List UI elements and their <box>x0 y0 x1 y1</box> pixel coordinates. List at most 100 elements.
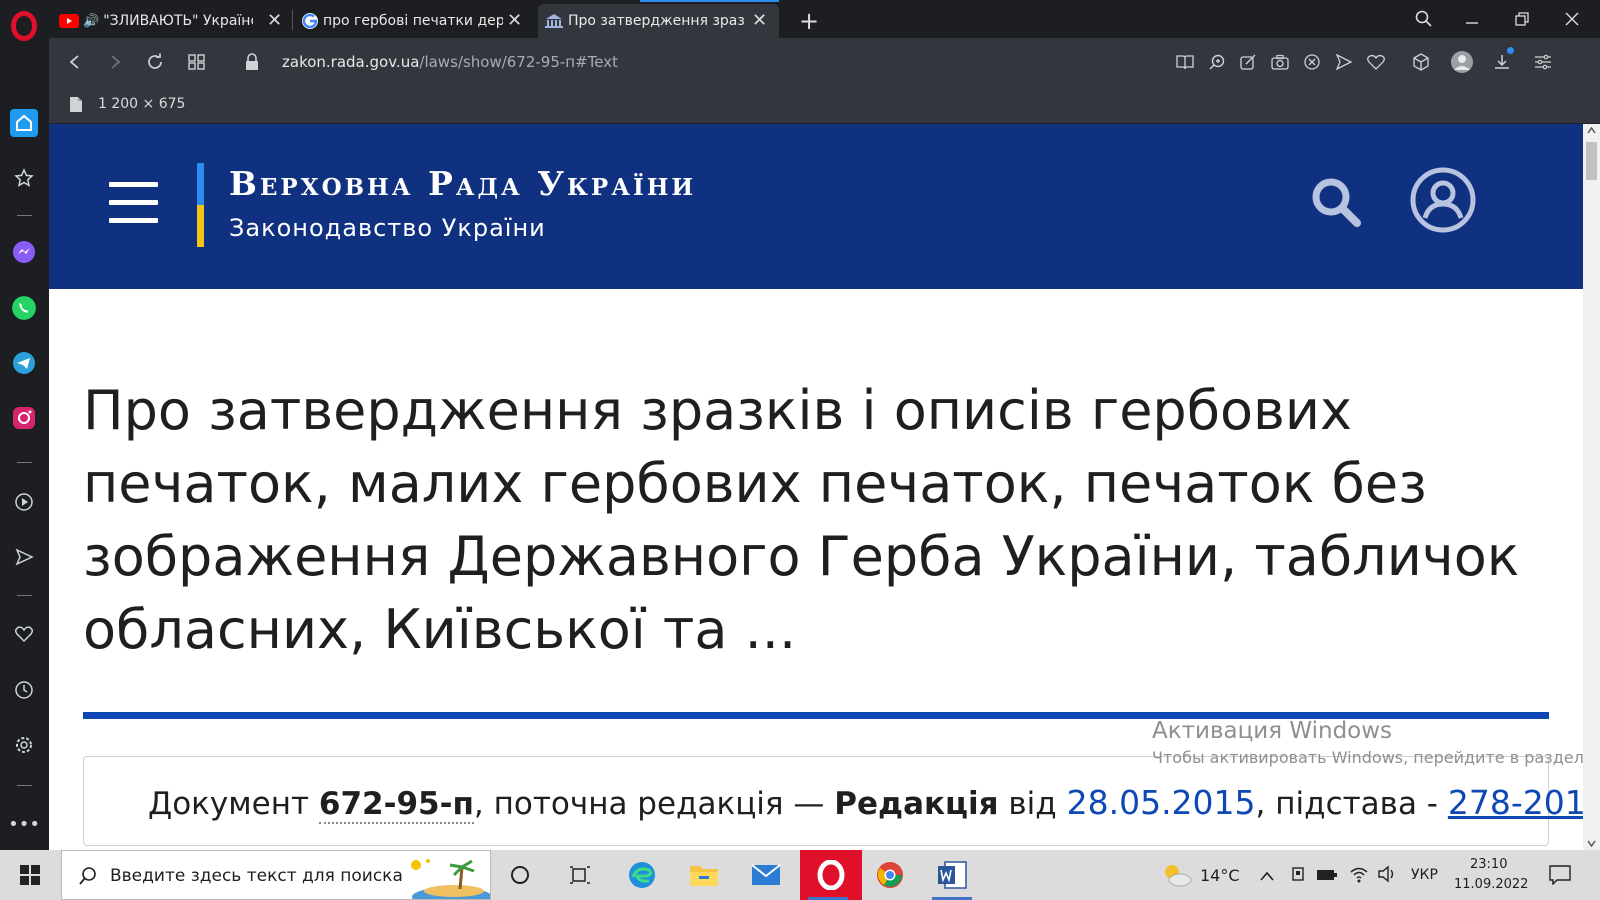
basis-text: , підстава - <box>1255 786 1438 822</box>
edition-date: 28.05.2015 <box>1066 783 1256 822</box>
settings-gear-icon[interactable] <box>10 731 38 759</box>
clock-time[interactable]: 23:10 <box>1470 857 1507 872</box>
opera-taskbar-icon[interactable] <box>800 850 862 900</box>
tab-close-icon[interactable]: ✕ <box>507 12 522 30</box>
snapshot-camera-icon[interactable] <box>1269 51 1291 73</box>
tab-loading-indicator <box>640 0 779 2</box>
activation-text: Чтобы активировать Windows, перейдите в … <box>1152 748 1600 767</box>
beach-illustration-icon <box>411 859 490 899</box>
tab-youtube[interactable]: 🔊 "ЗЛИВАЮТЬ" Українсь ✕ <box>57 4 289 38</box>
bookmarks-star-icon[interactable] <box>10 164 38 192</box>
easy-setup-sliders-icon[interactable] <box>1532 51 1554 73</box>
activation-title: Активация Windows <box>1152 718 1393 744</box>
menu-hamburger-icon[interactable] <box>104 176 164 231</box>
scroll-down-arrow-icon[interactable] <box>1587 840 1596 847</box>
chrome-icon[interactable] <box>862 850 918 900</box>
adblock-icon[interactable] <box>1301 51 1323 73</box>
search-placeholder: Введите здесь текст для поиска <box>110 866 403 886</box>
opera-logo-icon[interactable] <box>11 11 37 41</box>
more-dots-icon[interactable]: ••• <box>8 810 40 838</box>
search-tabs-icon[interactable] <box>1411 7 1437 31</box>
zoom-icon[interactable] <box>1206 51 1228 73</box>
wifi-icon[interactable] <box>1349 865 1369 887</box>
edge-icon[interactable] <box>614 850 670 900</box>
add-to-favorites-heart-icon[interactable] <box>1365 51 1387 73</box>
url-field[interactable]: zakon.rada.gov.ua/laws/show/672-95-п#Tex… <box>282 53 618 71</box>
mail-icon[interactable] <box>738 850 794 900</box>
telegram-icon[interactable] <box>10 349 38 377</box>
volume-speaker-icon[interactable] <box>1377 865 1397 887</box>
doc-number[interactable]: 672-95-п <box>318 786 474 824</box>
reader-mode-book-icon[interactable] <box>1174 51 1196 73</box>
share-edit-icon[interactable] <box>1237 51 1259 73</box>
forward-arrow-icon[interactable] <box>103 50 127 74</box>
meet-now-icon[interactable] <box>1290 866 1306 886</box>
tab-rada[interactable]: Про затвердження зразків ✕ <box>538 4 779 38</box>
whatsapp-icon[interactable] <box>10 294 38 322</box>
audio-speaker-icon[interactable]: 🔊 <box>83 14 99 29</box>
edition-label: Редакція <box>834 786 999 822</box>
tabs-grid-icon[interactable] <box>185 50 209 74</box>
rada-building-icon <box>545 14 563 28</box>
windows-start-icon[interactable] <box>2 850 58 900</box>
instagram-icon[interactable] <box>10 404 38 432</box>
sidebar-divider <box>17 595 32 596</box>
sidebar-divider <box>17 215 32 216</box>
cortana-circle-icon[interactable] <box>492 850 548 900</box>
reload-icon[interactable] <box>143 50 167 74</box>
show-hidden-icons-chevron-icon[interactable] <box>1259 867 1275 886</box>
weather-temperature[interactable]: 14°C <box>1200 866 1240 885</box>
send-to-flow-icon[interactable] <box>1333 51 1355 73</box>
tab-title: Про затвердження зразків <box>568 13 744 29</box>
basis-link[interactable]: 278-2015-п <box>1448 783 1600 822</box>
windows-taskbar: Введите здесь текст для поиска 14°C УКР … <box>0 850 1600 900</box>
tab-close-icon[interactable]: ✕ <box>752 12 767 30</box>
search-icon[interactable] <box>1311 177 1363 229</box>
image-info-bar: 1 200 × 675 <box>49 86 1600 124</box>
youtube-icon <box>59 14 79 28</box>
taskbar-search-box[interactable]: Введите здесь текст для поиска <box>61 850 491 900</box>
downloads-icon[interactable] <box>1491 47 1514 73</box>
player-icon[interactable] <box>10 488 38 516</box>
new-tab-plus-icon[interactable]: + <box>797 4 821 38</box>
speed-dial-home-icon[interactable] <box>10 109 38 137</box>
profile-avatar-icon[interactable] <box>1449 49 1475 75</box>
language-indicator[interactable]: УКР <box>1411 867 1438 883</box>
site-subtitle[interactable]: Законодавство України <box>229 214 546 242</box>
tab-google[interactable]: про гербові печатки держ ✕ <box>301 4 527 38</box>
site-title[interactable]: Верховна Рада України <box>229 164 696 203</box>
extensions-cube-icon[interactable] <box>1410 51 1432 73</box>
file-explorer-icon[interactable] <box>676 850 732 900</box>
doc-middle: , поточна редакція — <box>473 786 825 822</box>
download-badge <box>1507 47 1514 54</box>
file-icon <box>70 97 82 112</box>
restore-window-icon[interactable] <box>1509 7 1535 31</box>
tab-divider <box>292 10 293 30</box>
tab-close-icon[interactable]: ✕ <box>267 12 282 30</box>
user-account-icon[interactable] <box>1409 166 1477 234</box>
history-clock-icon[interactable] <box>10 676 38 704</box>
scroll-up-arrow-icon[interactable] <box>1587 127 1596 134</box>
my-flow-send-icon[interactable] <box>10 543 38 571</box>
lock-icon[interactable] <box>240 50 264 74</box>
close-window-icon[interactable] <box>1559 7 1585 31</box>
weather-icon[interactable] <box>1160 862 1192 892</box>
messenger-icon[interactable] <box>10 238 38 266</box>
clock-date[interactable]: 11.09.2022 <box>1454 877 1528 892</box>
scroll-thumb[interactable] <box>1586 142 1597 180</box>
minimize-icon[interactable] <box>1459 7 1485 31</box>
site-header: Верховна Рада України Законодавство Укра… <box>49 124 1583 289</box>
page-scrollbar[interactable] <box>1583 124 1600 850</box>
flag-stripe-yellow <box>197 205 204 247</box>
tab-strip: 🔊 "ЗЛИВАЮТЬ" Українсь ✕ про гербові печа… <box>49 0 1600 38</box>
from-word: від <box>1008 786 1057 822</box>
back-arrow-icon[interactable] <box>63 50 87 74</box>
task-view-icon[interactable] <box>552 850 608 900</box>
sidebar-divider <box>17 462 32 463</box>
word-icon[interactable] <box>924 850 980 900</box>
heart-icon[interactable] <box>10 620 38 648</box>
windows-activation-watermark: Активация Windows Чтобы активировать Win… <box>1152 718 1600 767</box>
google-icon <box>302 13 318 29</box>
battery-icon[interactable] <box>1316 867 1338 886</box>
notifications-icon[interactable] <box>1549 865 1571 889</box>
